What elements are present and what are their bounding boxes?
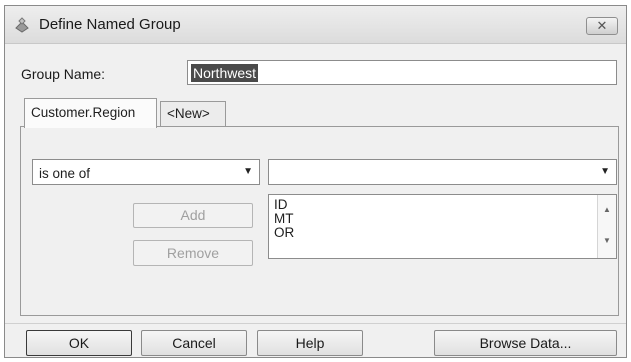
group-name-input[interactable]: Northwest <box>187 60 617 85</box>
operator-dropdown[interactable]: is one of ▼ <box>32 159 260 185</box>
divider <box>5 323 626 324</box>
dialog-app-icon <box>15 17 29 33</box>
cancel-button[interactable]: Cancel <box>141 330 247 356</box>
title-bar[interactable]: Define Named Group ✕ <box>5 6 626 44</box>
help-button[interactable]: Help <box>257 330 363 356</box>
group-name-label: Group Name: <box>21 66 106 82</box>
tab-customer-region[interactable]: Customer.Region <box>24 98 157 128</box>
scroll-up-icon[interactable]: ▲ <box>598 203 616 217</box>
define-named-group-dialog: Define Named Group ✕ Group Name: Northwe… <box>4 5 627 358</box>
chevron-down-icon: ▼ <box>600 166 610 177</box>
close-x-icon: ✕ <box>596 18 608 33</box>
list-item[interactable]: ID <box>274 198 616 212</box>
tab-new[interactable]: <New> <box>160 101 226 126</box>
browse-data-button[interactable]: Browse Data... <box>434 330 617 356</box>
operator-value: is one of <box>39 166 91 181</box>
dialog-title: Define Named Group <box>39 16 181 33</box>
tab-label: Customer.Region <box>31 105 136 120</box>
scroll-down-icon[interactable]: ▼ <box>598 234 616 248</box>
value-dropdown[interactable]: ▼ <box>268 159 617 185</box>
list-item[interactable]: OR <box>274 226 616 240</box>
group-name-value: Northwest <box>191 64 259 82</box>
remove-button[interactable]: Remove <box>133 240 253 266</box>
tab-label: <New> <box>167 106 210 121</box>
values-listbox[interactable]: ID MT OR ▲ ▼ <box>268 194 617 259</box>
list-item[interactable]: MT <box>274 212 616 226</box>
add-button[interactable]: Add <box>133 203 253 228</box>
ok-button[interactable]: OK <box>26 330 132 356</box>
chevron-down-icon: ▼ <box>243 166 253 177</box>
vertical-scrollbar[interactable]: ▲ ▼ <box>597 195 616 258</box>
close-button[interactable]: ✕ <box>586 17 618 35</box>
